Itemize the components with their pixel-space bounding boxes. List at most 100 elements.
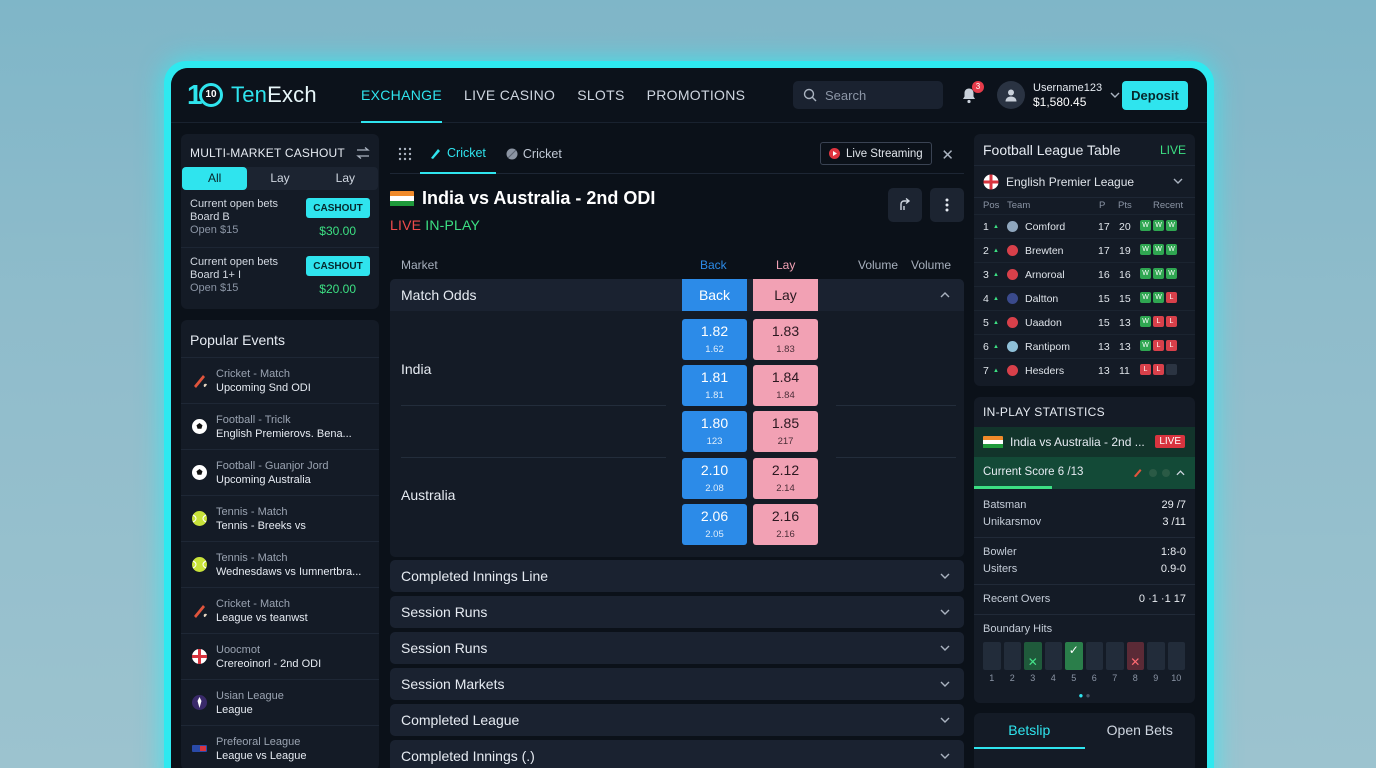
market-accordion[interactable]: Session Runs [390,596,964,628]
chevron-up-icon[interactable] [1176,470,1185,476]
football-icon [192,465,207,480]
list-item[interactable]: Football - Triclk English Premierovs. Ben… [181,404,379,450]
user-icon [1005,89,1017,102]
market-accordion[interactable]: Session Markets [390,668,964,700]
table-row[interactable]: 2 ▲ Brewten 17 19 W W W [974,238,1195,262]
device-frame: 1 10 TenExch EXCHANGE LIVE CASINO SLOTS P… [164,61,1214,768]
recent-form: WWW [1140,220,1177,231]
cashout-button[interactable]: CASHOUT [306,256,370,276]
list-item[interactable]: Tennis - Match Wednesdaws vs Iumnertbra..… [181,542,379,588]
rank-up-icon: ▲ [993,296,999,302]
table-header: Pos Team P Pts Recent [983,200,1184,211]
lay-odds-cell[interactable]: 1.84 1.84 [753,365,818,406]
boundary-hit: ✕ 8 [1126,642,1144,683]
boundary-hit: 4 [1044,642,1062,683]
back-odds-cell[interactable]: 1.82 1.62 [682,319,747,360]
rank-up-icon: ▲ [993,272,999,278]
notification-badge: 3 [972,81,984,93]
search-box [793,81,943,109]
list-item[interactable]: Cricket - Match League vs teanwst [181,588,379,634]
more-options-button[interactable] [930,188,964,222]
team-crest-icon [1007,269,1018,280]
search-input[interactable] [825,87,935,103]
tab-betslip[interactable]: Betslip [974,713,1085,749]
app-screen: 1 10 TenExch EXCHANGE LIVE CASINO SLOTS P… [171,68,1207,768]
filter-all[interactable]: All [182,167,248,190]
market-accordion[interactable]: Completed Innings (.) [390,740,964,768]
nav-exchange[interactable]: EXCHANGE [361,68,442,123]
lay-odds-cell[interactable]: 2.12 2.14 [753,458,818,499]
back-odds-cell[interactable]: 2.06 2.05 [682,504,747,545]
live-streaming-button[interactable]: Live Streaming [820,142,932,165]
recent-form: WLL [1140,340,1177,351]
nav-slots[interactable]: SLOTS [577,68,624,123]
stats-match-row[interactable]: India vs Australia - 2nd ... LIVE [974,427,1195,457]
recent-form: WWW [1140,244,1177,255]
list-item[interactable]: Cricket - Match Upcoming Snd ODI [181,358,379,404]
list-item[interactable]: Usian League League [181,680,379,726]
pagination-dots[interactable]: ● ● [974,691,1195,700]
football-icon [192,419,207,434]
table-row[interactable]: 6 ▲ Rantipom 13 13 W L L [974,334,1195,358]
grid-icon[interactable] [398,147,412,161]
filter-lay-2[interactable]: Lay [313,167,378,190]
boundary-hit: 6 [1085,642,1103,683]
chevron-down-icon [940,753,950,759]
main-nav: EXCHANGE LIVE CASINO SLOTS PROMOTIONS [361,68,745,123]
cashout-filter: All Lay Lay [182,167,378,190]
nav-promotions[interactable]: PROMOTIONS [647,68,746,123]
share-button[interactable] [888,188,922,222]
filter-lay[interactable]: Lay [247,167,312,190]
back-odds-cell[interactable]: 2.10 2.08 [682,458,747,499]
lay-odds-cell[interactable]: 1.83 1.83 [753,319,818,360]
swap-icon[interactable] [356,147,370,159]
cashout-button[interactable]: CASHOUT [306,198,370,218]
cashout-amount: $20.00 [319,282,356,296]
chevron-up-icon[interactable] [940,292,950,298]
top-bar: 1 10 TenExch EXCHANGE LIVE CASINO SLOTS P… [171,68,1207,123]
cricket-bat-icon [1134,469,1142,477]
dot-icon [1162,469,1170,477]
league-select[interactable]: English Premier League [974,166,1195,198]
logo[interactable]: 1 10 TenExch [187,81,317,109]
market-accordion[interactable]: Completed Innings Line [390,560,964,592]
market-accordion[interactable]: Session Runs [390,632,964,664]
boundary-hit: 9 [1147,642,1165,683]
league-icon [192,695,207,710]
table-row[interactable]: 7 ▲ Hesders 13 11 L L [974,358,1195,382]
list-item[interactable]: Uoocmot Crereoinorl - 2nd ODI [181,634,379,680]
lay-odds-cell[interactable]: 1.85 217 [753,411,818,452]
list-item[interactable]: Prefeoral League League vs League [181,726,379,768]
user-menu[interactable]: Username123 $1,580.45 [997,81,1120,109]
market-accordion[interactable]: Completed League [390,704,964,736]
close-icon[interactable]: ✕ [941,146,954,164]
nav-live-casino[interactable]: LIVE CASINO [464,68,555,123]
deposit-button[interactable]: Deposit [1122,81,1188,110]
table-row[interactable]: 5 ▲ Uaadon 15 13 W L L [974,310,1195,334]
boundary-hit: 1 [983,642,1001,683]
back-odds-cell[interactable]: 1.81 1.81 [682,365,747,406]
tab-open-bets[interactable]: Open Bets [1085,713,1196,749]
tennis-ball-icon [192,557,207,572]
table-row[interactable]: 1 ▲ Comford 17 20 W W W [974,214,1195,238]
list-item[interactable]: Football - Guanjor Jord Upcoming Australi… [181,450,379,496]
main-content: Cricket Cricket Live Streaming ✕ India v… [390,134,964,768]
chevron-down-icon [1173,178,1183,184]
chevron-down-icon [940,681,950,687]
list-item[interactable]: Tennis - Match Tennis - Breeks vs [181,496,379,542]
play-icon [829,148,840,159]
match-odds-header[interactable]: Match Odds Back Lay [390,279,964,311]
boundary-hit: 7 [1106,642,1124,683]
notifications-button[interactable]: 3 [961,81,984,105]
back-odds-cell[interactable]: 1.80 123 [682,411,747,452]
lay-odds-cell[interactable]: 2.16 2.16 [753,504,818,545]
popular-events-title: Popular Events [181,320,379,358]
tab-cricket-2[interactable]: Cricket [496,134,572,174]
table-row[interactable]: 4 ▲ Daltton 15 15 W W L [974,286,1195,310]
table-row[interactable]: 3 ▲ Arnoroal 16 16 W W W [974,262,1195,286]
india-flag-icon [390,190,414,207]
right-sidebar: Football League Table LIVE English Premi… [974,134,1195,703]
tab-cricket[interactable]: Cricket [420,134,496,174]
user-info: Username123 $1,580.45 [1033,81,1102,109]
chevron-down-icon [940,573,950,579]
